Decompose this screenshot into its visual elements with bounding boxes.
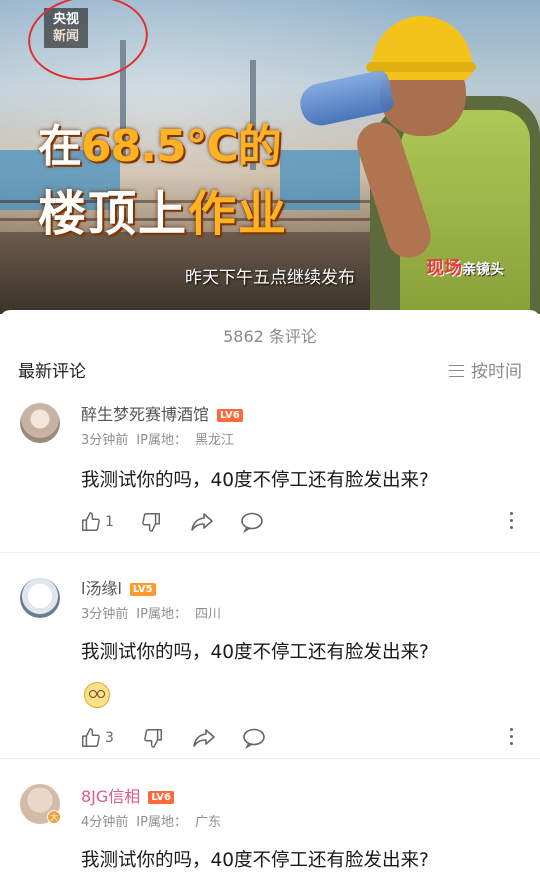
divider — [0, 758, 540, 759]
comment-username[interactable]: l汤缘l LV5 — [81, 575, 156, 599]
thumbs-down-icon — [144, 729, 162, 748]
share-button[interactable] — [190, 510, 214, 534]
more-vertical-icon[interactable] — [510, 728, 514, 748]
dizzy-emoji — [84, 682, 110, 708]
reply-button[interactable] — [240, 510, 264, 534]
sort-lines-icon — [449, 365, 464, 377]
divider — [0, 552, 540, 553]
thumbs-up-icon — [82, 512, 100, 531]
share-icon — [191, 513, 213, 531]
scene-tag: 现场亲镜头 — [426, 258, 504, 279]
avatar[interactable] — [20, 578, 60, 618]
comment-meta: 4分钟前 IP属地： 广东 — [81, 815, 221, 830]
level-badge: LV5 — [129, 583, 156, 596]
comment-actions: 3 — [80, 726, 520, 750]
thumbs-down-icon — [142, 513, 160, 532]
comment-bubble-icon — [243, 728, 265, 749]
comment-actions: 1 — [80, 510, 520, 534]
like-count: 3 — [105, 730, 114, 746]
comment-count: 5862 条评论 — [223, 327, 317, 346]
comment-text: 我测试你的吗，40度不停工还有脸发出来? — [81, 850, 429, 871]
headline-line-1: 在68.5°C的 — [38, 121, 282, 172]
avatar[interactable] — [20, 403, 60, 443]
level-badge: LV6 — [217, 409, 243, 422]
video-headline: 在68.5°C的 楼顶上作业 — [38, 110, 288, 244]
avatar-badge: 大 — [47, 810, 61, 824]
like-button[interactable]: 3 — [80, 726, 114, 750]
comment-meta: 3分钟前 IP属地： 黑龙江 — [81, 433, 234, 448]
more-vertical-icon[interactable] — [510, 512, 514, 532]
sort-by-time-button[interactable]: 按时间 — [449, 357, 522, 382]
share-icon — [193, 729, 215, 747]
comment-username[interactable]: 8JG信相 LV6 — [81, 783, 175, 807]
like-count: 1 — [105, 514, 114, 530]
dislike-button[interactable] — [140, 510, 162, 534]
thumbs-up-icon — [82, 728, 100, 747]
level-badge: LV6 — [148, 791, 175, 804]
comment-text: 我测试你的吗，40度不停工还有脸发出来? — [81, 642, 429, 663]
video-player[interactable]: 央视 新闻 在68.5°C的 楼顶上作业 昨天下午五点继续发布 现场亲镜头 — [0, 0, 540, 314]
headline-line-2: 楼顶上作业 — [38, 186, 289, 242]
comment-username[interactable]: 醉生梦死赛博酒馆 LV6 — [81, 401, 243, 425]
latest-comments-title: 最新评论 — [18, 362, 86, 382]
comment-bubble-icon — [241, 512, 263, 533]
comment-meta: 3分钟前 IP属地： 四川 — [81, 607, 221, 622]
reply-button[interactable] — [242, 726, 266, 750]
share-button[interactable] — [192, 726, 216, 750]
like-button[interactable]: 1 — [80, 510, 114, 534]
comment-sheet: 5862 条评论 最新评论 按时间 醉生梦死赛博酒馆 LV6 3分钟前 IP属地：黑… — [0, 310, 540, 896]
dislike-button[interactable] — [142, 726, 164, 750]
comment-text: 我测试你的吗，40度不停工还有脸发出来? — [81, 470, 429, 491]
